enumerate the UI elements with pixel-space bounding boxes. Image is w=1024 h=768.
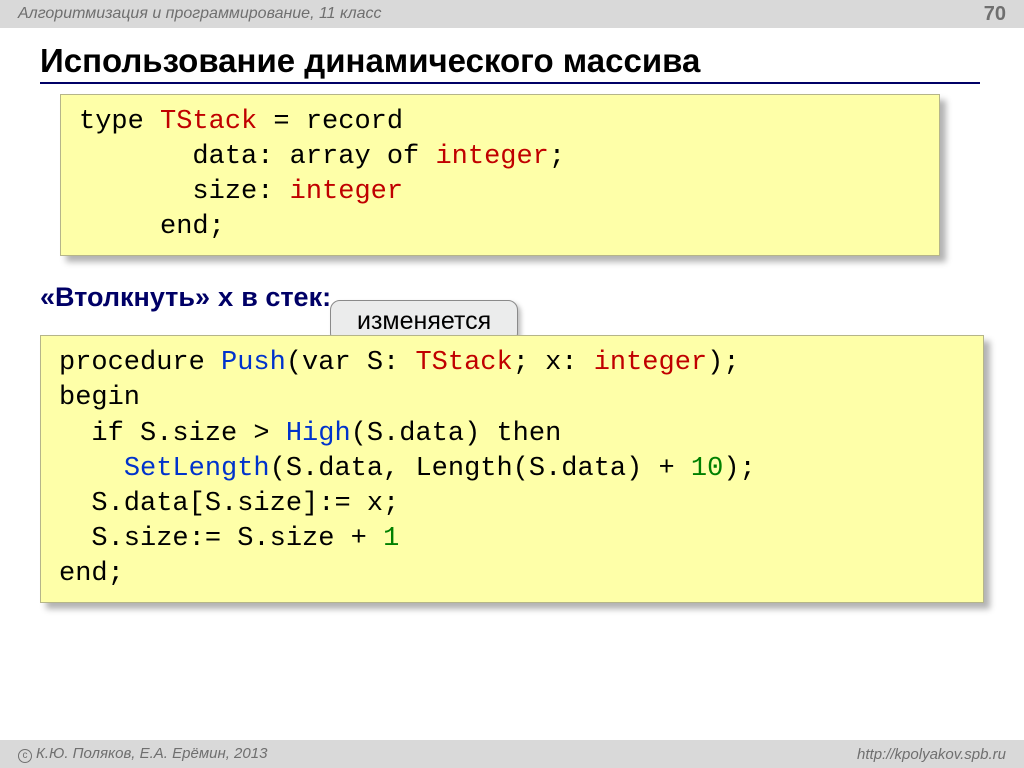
code-proc: Push bbox=[221, 348, 286, 378]
code-text: ); bbox=[707, 348, 739, 378]
header-subject: Алгоритмизация и программирование, 11 кл… bbox=[18, 5, 382, 23]
code-text: (S.data, Length(S.data) + bbox=[270, 454, 691, 484]
copyright-icon: c bbox=[18, 749, 32, 763]
subhead-text: «Втолкнуть» bbox=[40, 282, 218, 312]
code-text bbox=[59, 454, 124, 484]
code-text: S.size:= S.size + bbox=[59, 524, 383, 554]
header-bar: Алгоритмизация и программирование, 11 кл… bbox=[0, 0, 1024, 28]
code-text: data: array of bbox=[79, 142, 435, 172]
code-text: end; bbox=[79, 212, 225, 242]
code-text: ; x: bbox=[513, 348, 594, 378]
code-text: procedure bbox=[59, 348, 221, 378]
page-number: 70 bbox=[984, 3, 1006, 26]
code-text: = record bbox=[257, 107, 403, 137]
code-keyword: integer bbox=[594, 348, 707, 378]
code-text: begin bbox=[59, 383, 140, 413]
footer-copyright: c К.Ю. Поляков, Е.А. Ерёмин, 2013 bbox=[18, 745, 267, 763]
subheading: «Втолкнуть» x в стек: bbox=[40, 282, 1024, 315]
code-text: if S.size > bbox=[59, 419, 286, 449]
footer-url: http://kpolyakov.spb.ru bbox=[857, 746, 1006, 763]
code-number: 10 bbox=[691, 454, 723, 484]
subhead-var: x bbox=[218, 285, 234, 315]
code-number: 1 bbox=[383, 524, 399, 554]
code-text: type bbox=[79, 107, 160, 137]
code-text: ); bbox=[723, 454, 755, 484]
footer-authors: К.Ю. Поляков, Е.А. Ерёмин, 2013 bbox=[36, 745, 267, 762]
subhead-text: в стек: bbox=[234, 282, 331, 312]
code-text: S.data[S.size]:= x; bbox=[59, 489, 399, 519]
code-keyword: integer bbox=[290, 177, 403, 207]
code-keyword: integer bbox=[435, 142, 548, 172]
code-text: size: bbox=[79, 177, 290, 207]
code-func: High bbox=[286, 419, 351, 449]
code-block-type: type TStack = record data: array of inte… bbox=[60, 94, 940, 256]
code-type: TStack bbox=[415, 348, 512, 378]
code-type: TStack bbox=[160, 107, 257, 137]
callout-text: изменяется bbox=[357, 307, 491, 335]
code-block-procedure: procedure Push(var S: TStack; x: integer… bbox=[40, 335, 984, 603]
code-text: ; bbox=[549, 142, 565, 172]
code-text: (S.data) then bbox=[351, 419, 562, 449]
slide-title: Использование динамического массива bbox=[40, 42, 980, 84]
code-text: end; bbox=[59, 559, 124, 589]
code-text: (var S: bbox=[286, 348, 416, 378]
footer-bar: c К.Ю. Поляков, Е.А. Ерёмин, 2013 http://… bbox=[0, 740, 1024, 768]
code-func: SetLength bbox=[124, 454, 270, 484]
